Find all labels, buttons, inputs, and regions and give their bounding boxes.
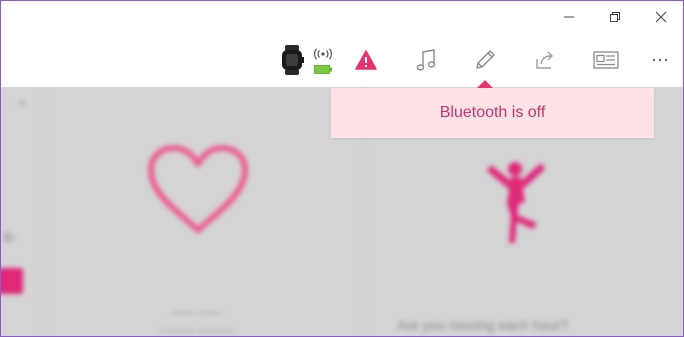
edit-button[interactable]: [467, 45, 503, 75]
wireless-sync-icon: [314, 48, 332, 60]
share-button[interactable]: [527, 45, 563, 75]
heart-caption-line1: —— ——: [171, 305, 223, 319]
restore-icon: [610, 12, 620, 22]
warning-icon: [355, 50, 377, 70]
battery-icon: [314, 65, 332, 74]
id-card-icon: [593, 51, 619, 69]
chevron-icon: [18, 99, 26, 106]
music-button[interactable]: [408, 45, 444, 75]
warning-button[interactable]: [348, 45, 384, 75]
smartwatch-icon: [282, 45, 304, 75]
close-button[interactable]: [638, 1, 683, 33]
share-icon: [536, 51, 553, 69]
profile-card-button[interactable]: [588, 45, 624, 75]
restore-button[interactable]: [592, 1, 638, 33]
bluetooth-toast[interactable]: Bluetooth is off: [331, 88, 654, 138]
heart-icon: [148, 145, 248, 233]
toolbar: [1, 33, 683, 87]
more-button[interactable]: [642, 45, 678, 75]
minimize-icon: [564, 16, 574, 18]
music-note-icon: [416, 49, 436, 71]
app-window: lb —— —— ——— ——— Are you moving each hou…: [0, 0, 684, 337]
heart-caption-line2: ——— ———: [159, 323, 235, 336]
close-icon: [655, 11, 667, 23]
minimize-button[interactable]: [546, 1, 592, 33]
movement-caption: Are you moving each hour?: [397, 317, 569, 333]
column-divider: [43, 87, 44, 336]
more-icon: [652, 58, 668, 62]
toast-message: Bluetooth is off: [439, 104, 546, 121]
side-badge[interactable]: [1, 268, 23, 294]
side-text: lb: [3, 229, 14, 245]
dancer-icon: [487, 162, 545, 243]
toast-pointer: [477, 80, 493, 88]
device-status[interactable]: [279, 45, 335, 75]
pencil-icon: [476, 50, 495, 69]
